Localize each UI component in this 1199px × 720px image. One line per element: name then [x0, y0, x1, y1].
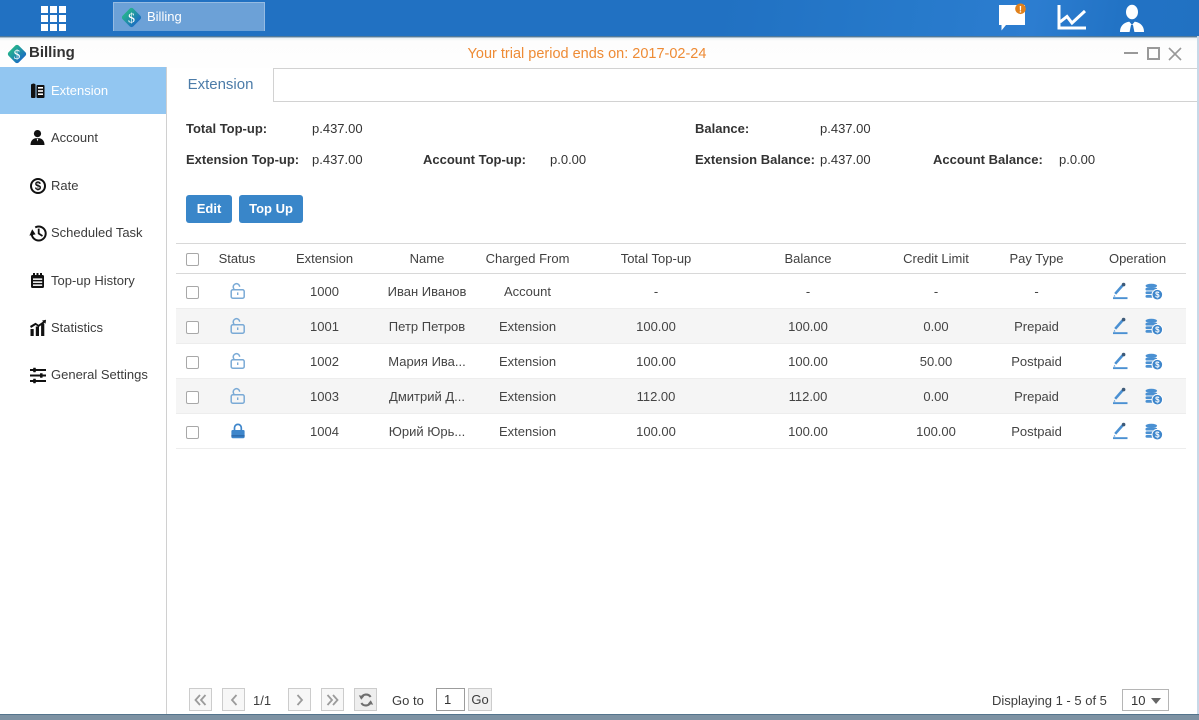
svg-text:$: $ — [128, 12, 135, 27]
svg-text:!: ! — [1019, 4, 1022, 15]
svg-text:$: $ — [35, 181, 42, 193]
